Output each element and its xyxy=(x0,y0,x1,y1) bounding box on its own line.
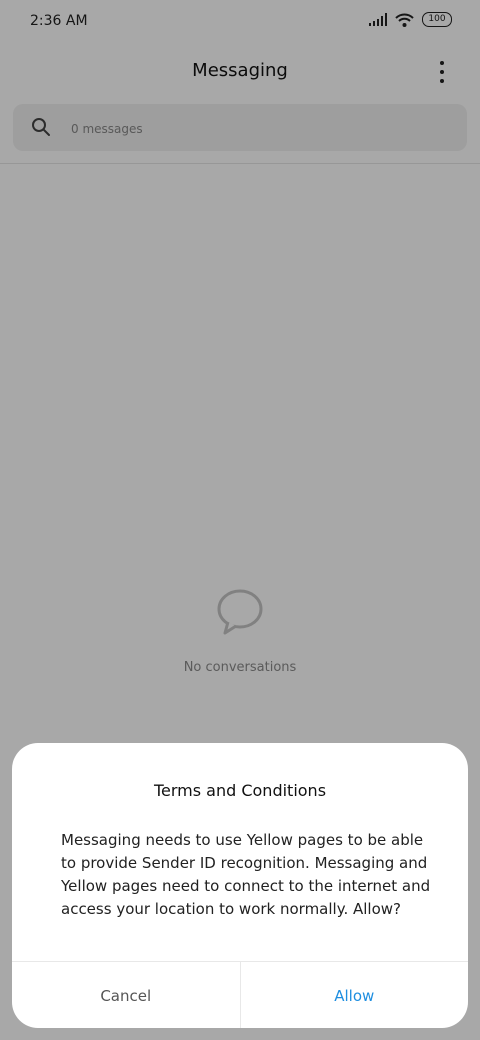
terms-dialog: Terms and Conditions Messaging needs to … xyxy=(12,743,468,1028)
dialog-message: Messaging needs to use Yellow pages to b… xyxy=(61,831,431,918)
dialog-actions: Cancel Allow xyxy=(12,961,468,1028)
allow-button[interactable]: Allow xyxy=(241,962,469,1028)
cancel-button[interactable]: Cancel xyxy=(12,962,241,1028)
dialog-title: Terms and Conditions xyxy=(153,781,327,800)
